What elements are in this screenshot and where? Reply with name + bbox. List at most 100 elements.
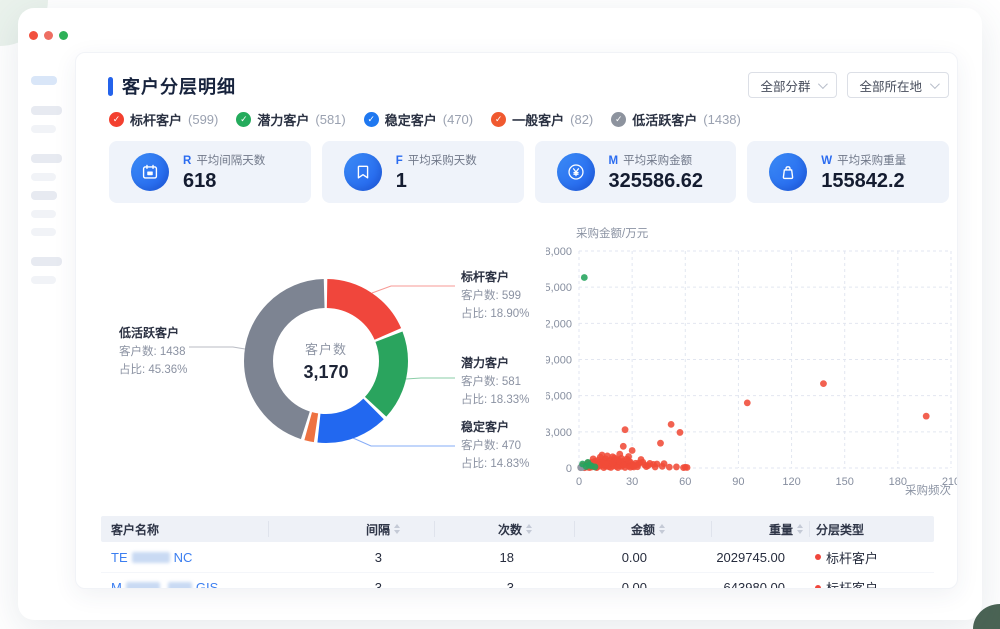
stat-value: 1 [396, 170, 477, 193]
stat-card-recency: R 平均间隔天数 618 [109, 141, 311, 203]
sidebar-skeleton-bar [31, 210, 56, 218]
legend-item-potential[interactable]: 潜力客户 (581) [236, 110, 345, 129]
sort-icon[interactable] [797, 524, 803, 534]
sidebar-skeleton-bar [31, 125, 56, 133]
svg-text:3,000: 3,000 [546, 427, 572, 439]
scatter-point[interactable] [666, 464, 673, 471]
panel-header: 客户分层明细 [108, 73, 236, 99]
scatter-point[interactable] [668, 421, 675, 428]
scatter-plot[interactable]: 030609012015018021003,0006,0009,00012,00… [546, 239, 958, 491]
legend-item-general[interactable]: 一般客户 (82) [491, 110, 593, 129]
redacted-text [126, 582, 160, 589]
sort-icon[interactable] [526, 524, 532, 534]
svg-text:120: 120 [782, 476, 800, 488]
svg-text:90: 90 [732, 476, 744, 488]
check-circle-icon [364, 112, 379, 127]
customer-name-link[interactable]: TE NC [111, 550, 192, 565]
column-header-weight[interactable]: 重量 [711, 521, 809, 537]
scatter-point[interactable] [622, 426, 629, 433]
sidebar-skeleton-bar [31, 76, 57, 85]
column-header-times[interactable]: 次数 [434, 521, 574, 537]
svg-text:60: 60 [679, 476, 691, 488]
table-header-row: 客户名称 间隔 次数 金额 重量 分层类型 [101, 516, 934, 542]
stat-value: 325586.62 [609, 170, 704, 193]
scatter-point[interactable] [659, 463, 666, 470]
stat-card-frequency: F 平均采购天数 1 [322, 141, 524, 203]
scatter-point[interactable] [592, 464, 599, 471]
segment-legend: 标杆客户 (599) 潜力客户 (581) 稳定客户 (470) 一般客户 (8… [109, 110, 741, 129]
bookmark-icon [344, 153, 382, 191]
weight-cell: 643980.00 [711, 580, 809, 589]
scatter-point[interactable] [673, 464, 680, 471]
svg-text:9,000: 9,000 [546, 355, 572, 367]
bag-icon [769, 153, 807, 191]
calendar-icon [131, 153, 169, 191]
title-accent-bar [108, 77, 113, 96]
interval-cell: 3 [268, 580, 434, 589]
svg-text:18,000: 18,000 [546, 246, 572, 258]
callout-stable: 稳定客户 客户数: 470 占比: 14.83% [461, 418, 529, 471]
scatter-point[interactable] [677, 429, 684, 436]
window-controls [29, 31, 68, 40]
svg-text:12,000: 12,000 [546, 318, 572, 330]
maximize-window-button[interactable] [59, 31, 68, 40]
customer-segmentation-panel: 客户分层明细 全部分群 全部所在地 标杆客户 (599) 潜力客户 (581) … [75, 52, 958, 589]
scatter-point[interactable] [602, 461, 609, 468]
amount-cell: 0.00 [574, 580, 711, 589]
stat-card-weight: W 平均采购重量 155842.2 [747, 141, 949, 203]
sort-icon[interactable] [659, 524, 665, 534]
column-header-amount[interactable]: 金额 [574, 521, 711, 537]
sidebar-skeleton-bar [31, 276, 56, 284]
stat-value: 618 [183, 170, 265, 193]
location-filter-dropdown[interactable]: 全部所在地 [847, 72, 949, 98]
scatter-point[interactable] [657, 440, 664, 447]
segment-cell: 标杆客户 [809, 548, 934, 567]
sidebar-skeleton-bar [31, 106, 62, 115]
column-header-segment: 分层类型 [809, 521, 934, 537]
redacted-text [132, 552, 170, 563]
scatter-point[interactable] [629, 447, 636, 454]
legend-item-low-activity[interactable]: 低活跃客户 (1438) [611, 110, 741, 129]
scatter-point[interactable] [620, 461, 627, 468]
close-window-button[interactable] [29, 31, 38, 40]
times-cell: 18 [434, 550, 574, 565]
stat-cards-row: R 平均间隔天数 618 F 平均采购天数 1 [109, 141, 949, 203]
scatter-point[interactable] [645, 462, 652, 469]
scatter-point[interactable] [744, 400, 751, 407]
callout-potential: 潜力客户 客户数: 581 占比: 18.33% [461, 354, 529, 407]
segment-filter-dropdown[interactable]: 全部分群 [748, 72, 837, 98]
callout-benchmark: 标杆客户 客户数: 599 占比: 18.90% [461, 268, 529, 321]
scatter-point[interactable] [625, 457, 632, 464]
segment-dot-icon [815, 585, 821, 590]
scatter-point[interactable] [581, 274, 588, 281]
sort-icon[interactable] [394, 524, 400, 534]
page-title: 客户分层明细 [122, 73, 236, 99]
interval-cell: 3 [268, 550, 434, 565]
table-row: M GIS 3 3 0.00 643980.00 标杆客户 [101, 572, 934, 589]
check-circle-icon [109, 112, 124, 127]
donut-chart[interactable] [241, 276, 411, 446]
segment-dot-icon [815, 554, 821, 560]
stat-card-monetary: M 平均采购金额 325586.62 [535, 141, 737, 203]
yen-coin-icon [557, 153, 595, 191]
svg-text:15,000: 15,000 [546, 282, 572, 294]
customer-name-link[interactable]: M GIS [111, 580, 218, 589]
svg-text:0: 0 [576, 476, 582, 488]
scatter-point[interactable] [680, 464, 687, 471]
legend-item-benchmark[interactable]: 标杆客户 (599) [109, 110, 218, 129]
scatter-point[interactable] [923, 413, 930, 420]
column-header-interval[interactable]: 间隔 [268, 521, 434, 537]
svg-text:30: 30 [626, 476, 638, 488]
scatter-x-axis-title: 采购频次 [891, 482, 951, 498]
svg-text:6,000: 6,000 [546, 391, 572, 403]
svg-text:0: 0 [566, 463, 572, 475]
legend-item-stable[interactable]: 稳定客户 (470) [364, 110, 473, 129]
scatter-point[interactable] [820, 380, 827, 387]
scatter-point[interactable] [620, 443, 627, 450]
donut-chart-block: 客户数 3,170 标杆客户 客户数: 599 占比: 18.90% 潜力客户 … [101, 238, 556, 538]
check-circle-icon [236, 112, 251, 127]
scatter-point[interactable] [652, 464, 659, 471]
minimize-window-button[interactable] [44, 31, 53, 40]
times-cell: 3 [434, 580, 574, 589]
filter-group: 全部分群 全部所在地 [748, 72, 949, 98]
